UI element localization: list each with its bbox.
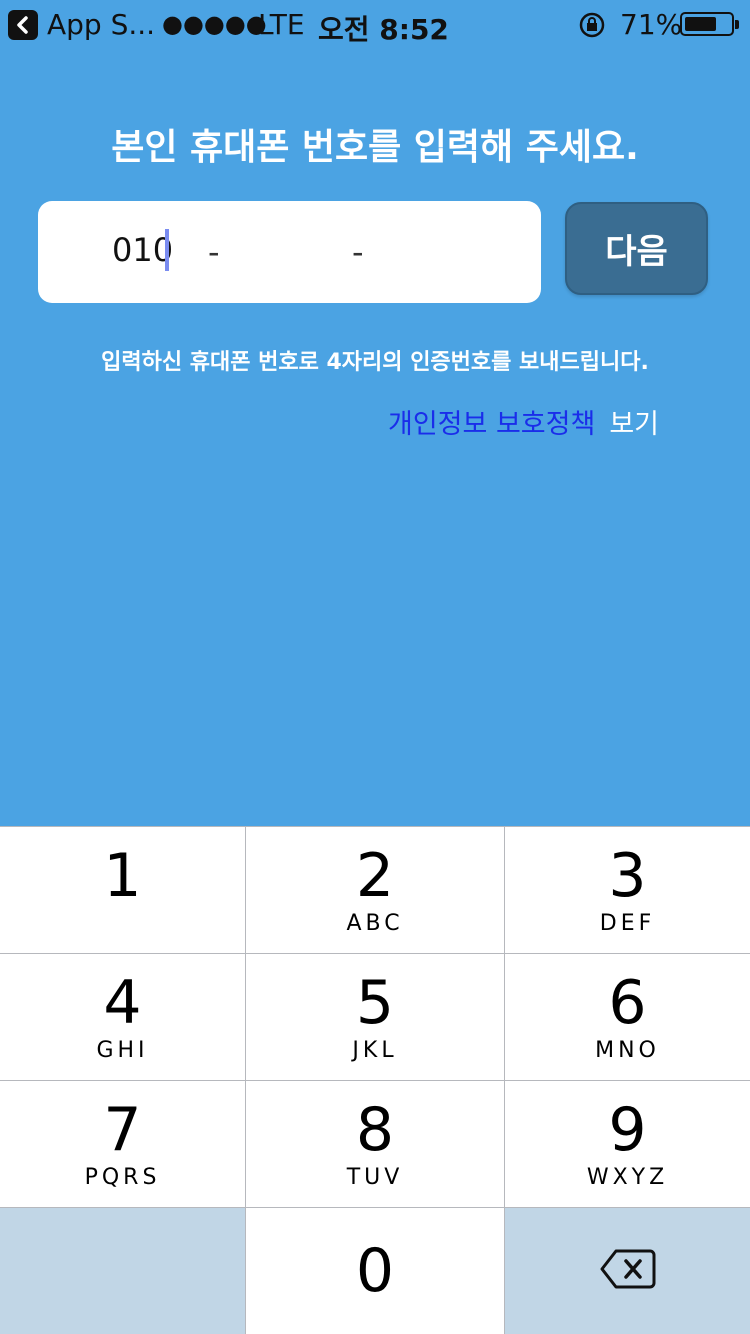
key-letters: TUV [346, 1165, 404, 1190]
signal-strength: ●●●●● [162, 10, 267, 38]
key-7[interactable]: 7 PQRS [0, 1081, 245, 1207]
privacy-row: 개인정보 보호정책 보기 [388, 402, 659, 441]
info-text: 입력하신 휴대폰 번호로 4자리의 인증번호를 보내드립니다. [101, 350, 649, 375]
key-letters: MNO [595, 1038, 660, 1063]
key-3[interactable]: 3 DEF [505, 827, 750, 953]
carrier-label: LTE [258, 8, 305, 41]
key-1[interactable]: 1 [0, 827, 245, 953]
key-5[interactable]: 5 JKL [246, 954, 504, 1080]
key-number: 7 [103, 1095, 142, 1165]
key-number: 2 [355, 841, 395, 911]
key-6[interactable]: 6 MNO [505, 954, 750, 1080]
privacy-policy-link[interactable]: 개인정보 보호정책 [388, 409, 595, 440]
status-bar: App S... ●●●●● LTE 오전 8:52 71% [0, 0, 750, 50]
phone-number-input[interactable]: 010 - - [38, 201, 541, 303]
back-to-app-icon[interactable] [8, 10, 38, 40]
key-4[interactable]: 4 GHI [0, 954, 245, 1080]
key-letters: JKL [352, 1038, 398, 1063]
next-button[interactable]: 다음 [565, 202, 708, 295]
clock: 오전 8:52 [318, 13, 449, 46]
backspace-icon [600, 1249, 656, 1289]
phone-prefix-field[interactable]: 010 [112, 231, 173, 269]
key-letters: DEF [599, 911, 656, 936]
phone-separator: - [352, 233, 364, 271]
back-app-label[interactable]: App S... [47, 8, 155, 41]
delete-key[interactable] [505, 1208, 750, 1334]
key-number: 8 [355, 1095, 395, 1165]
key-number: 1 [103, 841, 142, 911]
battery-icon [680, 12, 739, 36]
key-number: 6 [608, 968, 647, 1038]
key-letters: PQRS [84, 1165, 161, 1190]
key-number: 0 [355, 1236, 395, 1306]
key-number: 3 [608, 841, 647, 911]
text-cursor [165, 229, 169, 271]
key-9[interactable]: 9 WXYZ [505, 1081, 750, 1207]
key-blank [0, 1208, 245, 1334]
key-letters: GHI [96, 1038, 149, 1063]
key-number: 5 [355, 968, 395, 1038]
battery-percent: 71% [620, 8, 683, 41]
privacy-view-link[interactable]: 보기 [609, 409, 659, 440]
numeric-keypad: 1 2 ABC 3 DEF 4 GHI 5 JKL 6 MNO 7 PQRS 8… [0, 826, 750, 1334]
rotation-lock-icon [578, 11, 606, 46]
key-2[interactable]: 2 ABC [246, 827, 504, 953]
phone-separator: - [208, 233, 220, 271]
page-title: 본인 휴대폰 번호를 입력해 주세요. [111, 127, 639, 168]
key-0[interactable]: 0 [246, 1208, 504, 1334]
key-letters: WXYZ [586, 1165, 669, 1190]
key-number: 9 [608, 1095, 647, 1165]
key-8[interactable]: 8 TUV [246, 1081, 504, 1207]
key-letters: ABC [346, 911, 404, 936]
key-number: 4 [103, 968, 142, 1038]
